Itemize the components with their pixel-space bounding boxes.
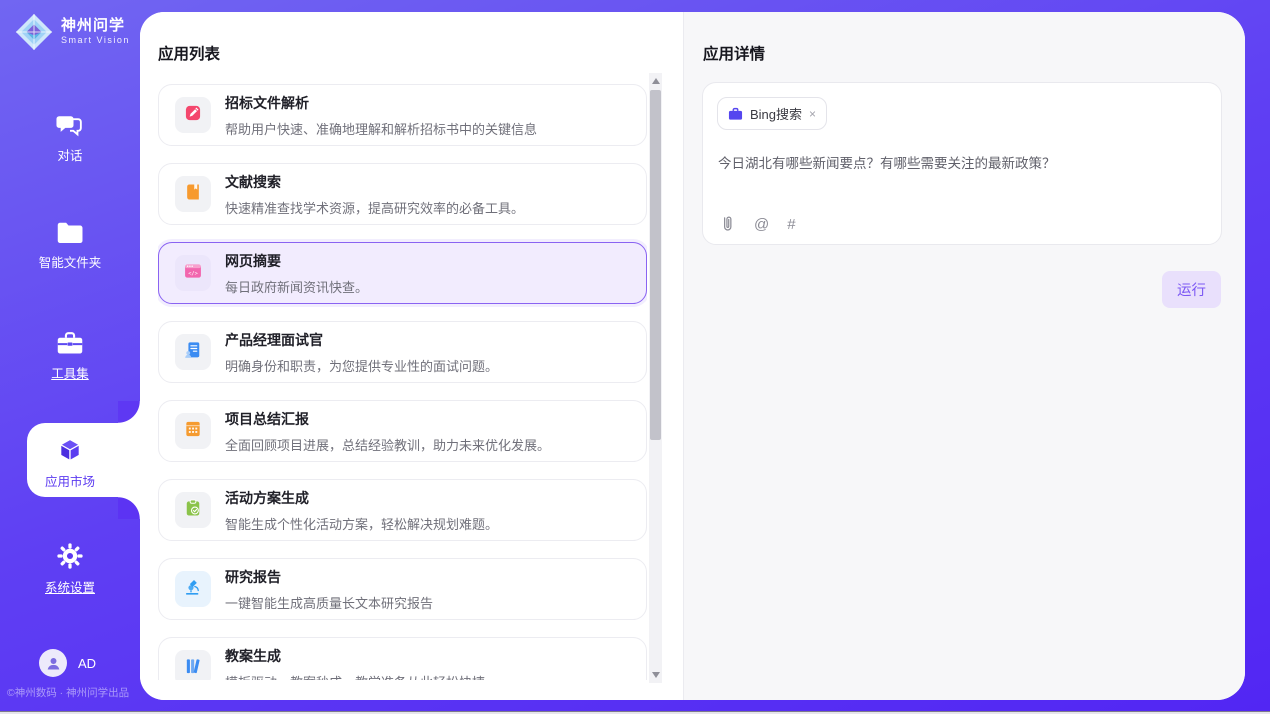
app-icon-tile [175,571,211,607]
app-list: 招标文件解析 帮助用户快速、准确地理解和解析招标书中的关键信息 文献搜索 快速精… [158,84,647,680]
app-icon-tile: </> [175,255,211,291]
edit-icon [183,103,203,128]
app-description: 一键智能生成高质量长文本研究报告 [225,593,433,612]
app-detail-panel: 应用详情 Bing搜索 × 今日湖北有哪些新闻要点？有哪些需要关注的最新政策？ … [683,12,1245,700]
copyright-footer: ©神州数码 · 神州问学出品 [7,685,147,700]
interview-icon [183,340,203,365]
summary-icon [183,419,203,444]
tool-chip-label: Bing搜索 [750,104,802,123]
sidebar-item-toolset[interactable]: 工具集 [0,330,140,382]
app-icon-tile [175,97,211,133]
app-name: 产品经理面试官 [225,330,498,350]
sidebar-item-label: 工具集 [0,363,140,382]
brand-logo: 神州问学 Smart Vision [15,13,130,51]
sidebar-item-label: 应用市场 [0,471,140,490]
tab-corner-top [118,401,140,423]
app-card[interactable]: 项目总结汇报 全面回顾项目进展，总结经验教训，助力未来优化发展。 [158,400,647,462]
attachment-icon[interactable] [719,215,736,233]
app-name: 研究报告 [225,567,433,587]
gear-icon [56,542,84,570]
tab-corner-bottom [118,497,140,519]
app-card[interactable]: 招标文件解析 帮助用户快速、准确地理解和解析招标书中的关键信息 [158,84,647,146]
hashtag-icon[interactable]: # [787,216,795,233]
sidebar-item-label: 智能文件夹 [0,252,140,271]
webpage-icon: </> [183,261,203,286]
app-icon-tile [175,650,211,680]
mention-icon[interactable]: @ [754,216,769,233]
app-name: 网页摘要 [225,251,368,271]
app-description: 模板驱动，教案秒成，教学准备从此轻松快捷 [225,672,485,681]
user-account[interactable]: AD [39,649,96,677]
app-description: 快速精准查找学术资源，提高研究效率的必备工具。 [225,198,524,217]
plan-check-icon [183,498,203,523]
app-description: 智能生成个性化活动方案，轻松解决规划难题。 [225,514,498,533]
app-description: 帮助用户快速、准确地理解和解析招标书中的关键信息 [225,119,537,138]
app-icon-tile [175,176,211,212]
person-icon [45,655,62,672]
app-icon-tile [175,492,211,528]
book-icon [183,182,203,207]
user-initials: AD [78,656,96,671]
app-name: 教案生成 [225,646,485,666]
run-button[interactable]: 运行 [1162,271,1221,308]
avatar [39,649,67,677]
sidebar: 神州问学 Smart Vision 对话 智能文件夹 工具集 [0,0,140,714]
app-name: 项目总结汇报 [225,409,550,429]
app-list-panel: 应用列表 招标文件解析 帮助用户快速、准确地理解和解析招标书中的关键信息 文献搜… [140,12,683,700]
sidebar-item-settings[interactable]: 系统设置 [0,542,140,596]
prompt-card: Bing搜索 × 今日湖北有哪些新闻要点？有哪些需要关注的最新政策？ @ # [702,82,1222,245]
prompt-input[interactable]: 今日湖北有哪些新闻要点？有哪些需要关注的最新政策？ [718,154,1206,174]
svg-text:</>: </> [188,270,198,276]
sidebar-item-folders[interactable]: 智能文件夹 [0,221,140,271]
app-name: 文献搜索 [225,172,524,192]
app-card[interactable]: 文献搜索 快速精准查找学术资源，提高研究效率的必备工具。 [158,163,647,225]
toolbox-icon [56,330,84,356]
app-name: 活动方案生成 [225,488,498,508]
main-content: 应用列表 招标文件解析 帮助用户快速、准确地理解和解析招标书中的关键信息 文献搜… [140,12,1245,700]
app-name: 招标文件解析 [225,93,537,113]
app-card[interactable]: 教案生成 模板驱动，教案秒成，教学准备从此轻松快捷 [158,637,647,680]
app-card[interactable]: </> 网页摘要 每日政府新闻资讯快查。 [158,242,647,304]
folder-icon [56,221,84,245]
sidebar-item-label: 系统设置 [0,577,140,596]
scrollbar-thumb[interactable] [650,90,661,440]
brand-name: 神州问学 [61,18,130,35]
app-description: 明确身份和职责，为您提供专业性的面试问题。 [225,356,498,375]
diamond-logo-icon [15,13,53,51]
scroll-down-arrow-icon[interactable] [652,672,660,678]
app-card[interactable]: 研究报告 一键智能生成高质量长文本研究报告 [158,558,647,620]
app-detail-title: 应用详情 [703,42,765,64]
sidebar-item-label: 对话 [0,145,140,164]
brand-tagline: Smart Vision [61,36,130,46]
lesson-icon [183,656,203,681]
research-icon [183,577,203,602]
sidebar-item-app-market[interactable]: 应用市场 [0,436,140,490]
app-description: 全面回顾项目进展，总结经验教训，助力未来优化发展。 [225,435,550,454]
app-card[interactable]: 活动方案生成 智能生成个性化活动方案，轻松解决规划难题。 [158,479,647,541]
chat-icon [56,112,84,138]
briefcase-icon [728,107,743,121]
scroll-up-arrow-icon[interactable] [652,78,660,84]
cube-icon [55,436,85,464]
scrollbar[interactable] [649,73,662,683]
app-list-title: 应用列表 [158,42,220,64]
app-icon-tile [175,413,211,449]
app-description: 每日政府新闻资讯快查。 [225,277,368,296]
sidebar-item-chat[interactable]: 对话 [0,112,140,164]
chip-close-icon[interactable]: × [809,107,816,121]
app-icon-tile [175,334,211,370]
tool-chip-bing-search[interactable]: Bing搜索 × [717,97,827,130]
app-card[interactable]: 产品经理面试官 明确身份和职责，为您提供专业性的面试问题。 [158,321,647,383]
input-toolbar: @ # [719,215,796,233]
